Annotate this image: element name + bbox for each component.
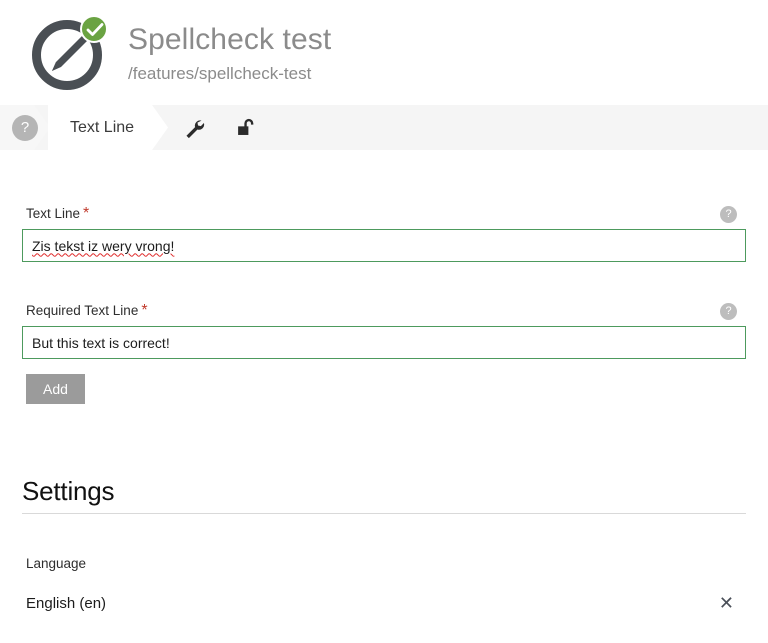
settings-section: Settings Language English (en) ✕	[0, 476, 768, 612]
tab-help-button[interactable]: ?	[0, 105, 50, 150]
form-area: Text Line * ? Zis tekst iz wery vrong! Re…	[0, 205, 768, 404]
field-label: Text Line	[26, 206, 81, 221]
tab-text-line[interactable]: Text Line	[48, 105, 168, 150]
language-label: Language	[26, 556, 87, 571]
required-asterisk: *	[83, 205, 90, 222]
tab-lock-button[interactable]	[220, 105, 272, 150]
tab-tools-button[interactable]	[168, 105, 220, 150]
field-required-text-line: Required Text Line * ? But this text is c…	[22, 302, 746, 359]
header-text-block: Spellcheck test /features/spellcheck-tes…	[128, 14, 331, 83]
text-line-input[interactable]: Zis tekst iz wery vrong!	[22, 229, 746, 262]
language-row: English (en) ✕	[22, 594, 746, 612]
required-text-line-input[interactable]: But this text is correct!	[22, 326, 746, 359]
add-button[interactable]: Add	[26, 374, 85, 404]
tab-text-line-label: Text Line	[70, 118, 135, 136]
page-header: Spellcheck test /features/spellcheck-tes…	[0, 0, 768, 105]
field-label-row: Required Text Line * ?	[22, 302, 746, 326]
field-label: Required Text Line	[26, 303, 139, 318]
tab-bar: ? Text Line	[0, 105, 768, 150]
remove-language-icon[interactable]: ✕	[719, 594, 746, 612]
language-value: English (en)	[26, 594, 107, 612]
field-help-icon[interactable]: ?	[720, 205, 737, 223]
app-logo	[28, 15, 108, 94]
field-label-row: Text Line * ?	[22, 205, 746, 229]
required-text-line-input-value: But this text is correct!	[32, 334, 170, 351]
settings-heading: Settings	[22, 476, 746, 514]
question-mark-icon: ?	[12, 115, 38, 141]
field-text-line: Text Line * ? Zis tekst iz wery vrong!	[22, 205, 746, 262]
text-line-input-value: Zis tekst iz wery vrong!	[32, 237, 175, 254]
unlocked-padlock-icon	[238, 118, 254, 135]
field-label-group: Text Line *	[26, 205, 89, 223]
field-label-group: Required Text Line *	[26, 302, 148, 320]
wrench-icon	[186, 119, 205, 138]
page-subtitle: /features/spellcheck-test	[128, 63, 312, 83]
green-check-badge-icon	[80, 15, 108, 43]
page-title: Spellcheck test	[128, 23, 332, 56]
field-help-icon[interactable]: ?	[720, 302, 737, 320]
required-asterisk: *	[141, 302, 148, 319]
